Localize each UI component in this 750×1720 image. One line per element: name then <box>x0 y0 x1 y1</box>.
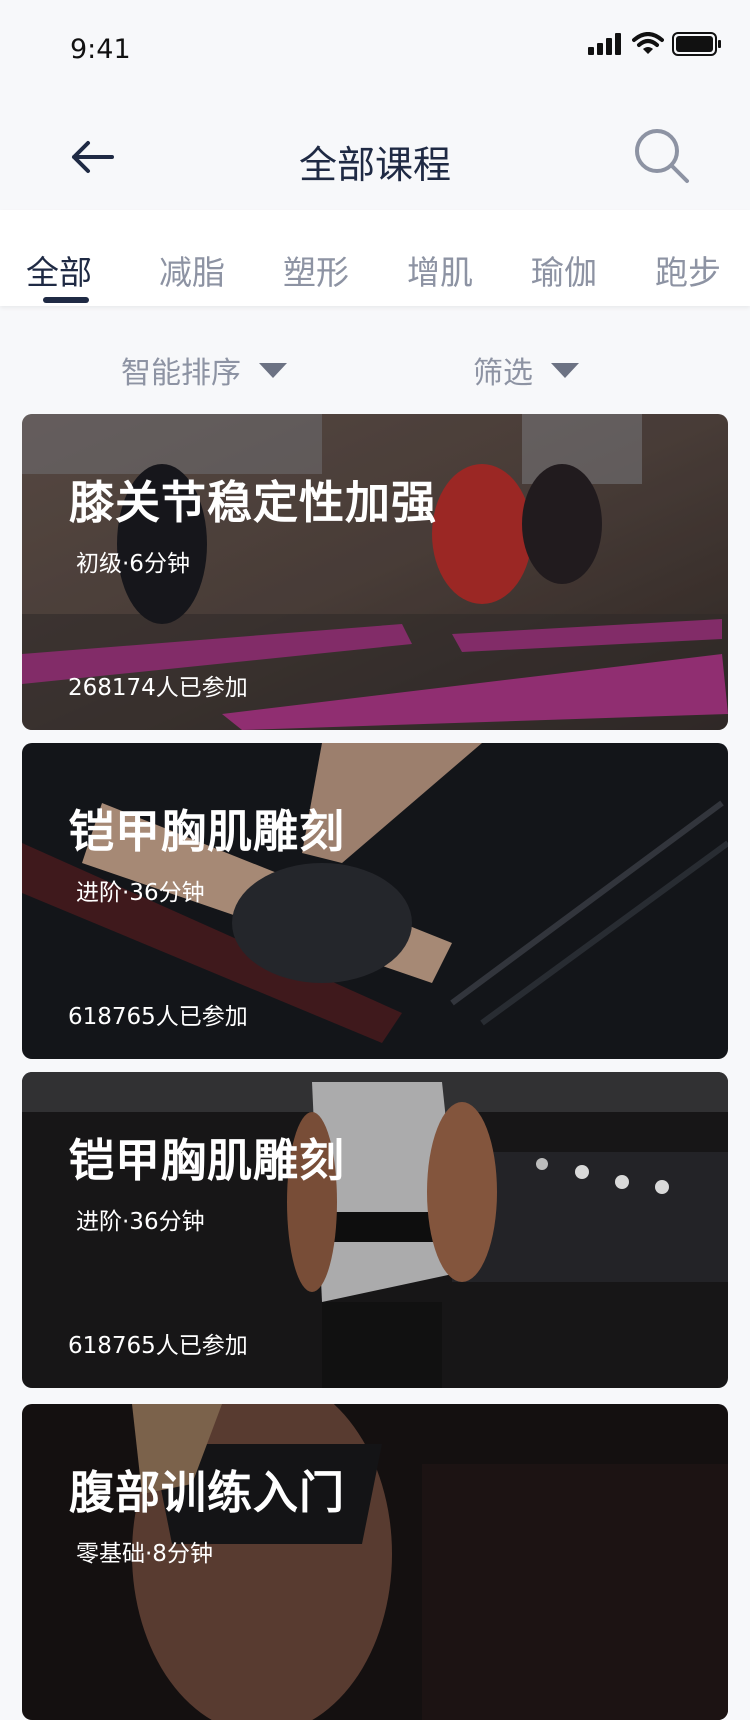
status-bar: 9:41 <box>0 0 750 100</box>
course-meta: 进阶·36分钟 <box>76 880 205 906</box>
course-meta: 进阶·36分钟 <box>76 1209 205 1235</box>
triangle-down-icon <box>551 362 579 378</box>
course-meta: 初级·6分钟 <box>76 551 190 577</box>
filter-dropdown[interactable]: 筛选 <box>473 348 579 392</box>
signal-icon <box>588 33 621 55</box>
course-title: 膝关节稳定性加强 <box>69 476 438 529</box>
tab-fat-loss[interactable]: 减脂 <box>159 246 225 294</box>
sort-label: 智能排序 <box>121 356 241 391</box>
course-title: 铠甲胸肌雕刻 <box>69 805 346 858</box>
nav-bar: 全部课程 <box>0 100 750 210</box>
course-meta: 零基础·8分钟 <box>76 1541 213 1567</box>
tab-all[interactable]: 全部 <box>26 246 92 294</box>
course-card[interactable]: 膝关节稳定性加强 初级·6分钟 268174人已参加 <box>22 414 728 730</box>
course-card[interactable]: 铠甲胸肌雕刻 进阶·36分钟 618765人已参加 <box>22 743 728 1059</box>
battery-icon <box>672 32 721 56</box>
triangle-down-icon <box>259 362 287 378</box>
search-icon[interactable] <box>632 126 690 184</box>
course-title: 腹部训练入门 <box>69 1466 346 1519</box>
tab-muscle[interactable]: 增肌 <box>407 246 473 294</box>
filter-label: 筛选 <box>473 356 533 391</box>
tab-running[interactable]: 跑步 <box>655 246 721 294</box>
course-participants: 618765人已参加 <box>68 1004 248 1030</box>
course-title: 铠甲胸肌雕刻 <box>69 1134 346 1187</box>
wifi-icon <box>632 32 664 54</box>
tab-yoga[interactable]: 瑜伽 <box>531 246 597 294</box>
course-card[interactable]: 腹部训练入门 零基础·8分钟 <box>22 1404 728 1720</box>
tab-shaping[interactable]: 塑形 <box>283 246 349 294</box>
status-time: 9:41 <box>70 34 131 65</box>
status-icons <box>588 32 722 56</box>
category-tabs: 全部 减脂 塑形 增肌 瑜伽 跑步 <box>0 210 750 306</box>
course-participants: 268174人已参加 <box>68 675 248 701</box>
course-participants: 618765人已参加 <box>68 1333 248 1359</box>
active-tab-indicator <box>43 297 89 303</box>
course-card[interactable]: 铠甲胸肌雕刻 进阶·36分钟 618765人已参加 <box>22 1072 728 1388</box>
filter-bar: 智能排序 筛选 <box>0 306 750 414</box>
sort-dropdown[interactable]: 智能排序 <box>121 348 287 392</box>
